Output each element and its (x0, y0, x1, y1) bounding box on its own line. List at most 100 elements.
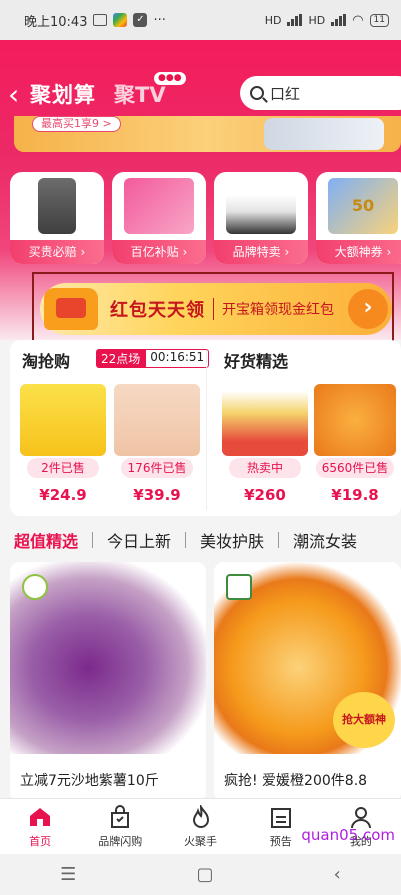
tab-divider (92, 532, 94, 548)
person-icon (350, 806, 371, 828)
good-picks-title[interactable]: 好货精选 (224, 348, 288, 372)
price: ¥24.9 (39, 486, 87, 504)
signal-icon (287, 14, 303, 26)
promo-banner-text: 最高买1享9 > (32, 116, 121, 132)
play-store-icon (113, 13, 128, 27)
sold-count: 2件已售 (27, 458, 99, 478)
calendar-icon (270, 807, 291, 828)
shopping-bag-icon (111, 804, 130, 828)
category-label: 百亿补贴 (112, 240, 206, 264)
search-icon (250, 86, 264, 100)
sneaker-icon (226, 178, 296, 234)
sold-count: 热卖中 (229, 458, 301, 478)
tab-divider (278, 532, 280, 548)
tv-badge: ●●● (154, 72, 186, 85)
product-name: 疯抢! 爱媛橙200件8.8 (224, 773, 368, 789)
promo-banner[interactable]: 最高买1享9 > (14, 116, 401, 152)
back-icon[interactable]: ‹ (334, 864, 341, 885)
red-envelope-banner[interactable]: 红包天天领 开宝箱领现金红包 › (40, 283, 392, 335)
milk-powder-image (222, 384, 308, 456)
tab-jutv-label: 聚TV (114, 83, 166, 107)
wifi-icon: ◠ (352, 12, 364, 28)
battery-level: 11 (373, 14, 385, 25)
tab-divider (185, 532, 187, 548)
product-card[interactable]: 抢大额神 疯抢! 爱媛橙200件8.8 (214, 562, 401, 802)
detergent-image (20, 384, 106, 456)
promo-tag: 抢大额神 (333, 692, 395, 748)
tab-jutv[interactable]: 聚TV ●●● (114, 72, 186, 109)
coupon-icon: 50 (328, 178, 398, 234)
product-card[interactable]: 立减7元沙地紫薯10斤 (10, 562, 206, 802)
back-arrow-icon[interactable]: ‹ (8, 78, 30, 111)
system-nav: ☰ ▢ ‹ (0, 854, 401, 895)
category-label: 买贵必赔 (10, 240, 104, 264)
status-bar: 晚上10:43 ✓ ··· HD HD ◠ 11 (0, 0, 401, 40)
watermark: quan05.com (301, 826, 395, 844)
menu-icon[interactable]: ☰ (60, 864, 76, 885)
home-icon (30, 807, 51, 826)
tissue-image (114, 384, 200, 456)
nav-label: 品牌闪购 (98, 834, 143, 848)
deal-item[interactable]: 176件已售 ¥39.9 (114, 384, 200, 504)
tab-new-today[interactable]: 今日上新 (107, 528, 171, 552)
red-envelope-title: 红包天天领 (110, 300, 205, 321)
nav-hot[interactable]: 火聚手 (160, 799, 240, 854)
status-time: 晚上10:43 (24, 14, 88, 30)
nav-home[interactable]: 首页 (0, 799, 80, 854)
red-envelope-highlight: 红包天天领 开宝箱领现金红包 › (32, 272, 394, 346)
countdown-timer: 22点场 00:16:51 (96, 349, 210, 368)
network-label: HD (264, 13, 282, 27)
network-label-2: HD (308, 13, 326, 27)
price: ¥39.9 (133, 486, 181, 504)
more-icon: ··· (153, 12, 166, 28)
nav-brand-flash[interactable]: 品牌闪购 (80, 799, 160, 854)
tab-beauty[interactable]: 美妆护肤 (200, 528, 264, 552)
search-placeholder: 口红 (270, 84, 301, 103)
session-label: 22点场 (96, 349, 146, 368)
page-title[interactable]: 聚划算 (30, 79, 96, 109)
sold-count: 176件已售 (121, 458, 193, 478)
category-card-brand-sale[interactable]: 品牌特卖 (214, 172, 308, 264)
search-input[interactable]: 口红 (240, 76, 401, 110)
category-tabs: 超值精选 今日上新 美妆护肤 潮流女装 (0, 524, 401, 556)
brand-logo (226, 574, 252, 600)
promo-product-image (264, 118, 384, 150)
category-row: 买贵必赔 百亿补贴 品牌特卖 50 大额神券 (10, 172, 401, 264)
deal-item[interactable]: 6560件已售 ¥19.8 (314, 384, 396, 504)
category-label: 大额神券 (316, 240, 401, 264)
divider (213, 298, 214, 320)
nav-label: 火聚手 (184, 834, 217, 848)
tab-fashion[interactable]: 潮流女装 (293, 528, 357, 552)
deal-item[interactable]: 热卖中 ¥260 (222, 384, 308, 504)
message-icon (93, 14, 108, 26)
signal-icon-2 (331, 14, 347, 26)
arrow-right-icon[interactable]: › (348, 289, 388, 329)
deals-panel: 淘抢购 22点场 00:16:51 好货精选 2件已售 ¥24.9 176件已售… (10, 340, 401, 516)
category-card-subsidy[interactable]: 百亿补贴 (112, 172, 206, 264)
treasure-chest-icon (44, 288, 98, 330)
flame-icon (192, 804, 209, 828)
category-card-compensation[interactable]: 买贵必赔 (10, 172, 104, 264)
nav-label: 预告 (269, 834, 292, 848)
nav-label: 首页 (29, 834, 52, 848)
countdown-value: 00:16:51 (145, 349, 210, 368)
battery-icon: 11 (369, 13, 389, 27)
home-button-icon[interactable]: ▢ (196, 864, 213, 885)
product-name: 立减7元沙地紫薯10斤 (20, 773, 159, 789)
coupon-value: 50 (351, 196, 375, 215)
category-card-coupon[interactable]: 50 大额神券 (316, 172, 401, 264)
deal-item[interactable]: 2件已售 ¥24.9 (20, 384, 106, 504)
sold-count: 6560件已售 (316, 458, 394, 478)
category-label: 品牌特卖 (214, 240, 308, 264)
checkbox-icon: ✓ (133, 13, 148, 27)
price: ¥19.8 (331, 486, 379, 504)
tab-value-picks[interactable]: 超值精选 (14, 528, 78, 552)
flash-sale-title[interactable]: 淘抢购 (22, 348, 70, 372)
gift-box-icon (124, 178, 194, 234)
red-envelope-subtitle: 开宝箱领现金红包 (222, 302, 334, 318)
deals-divider (206, 350, 207, 510)
brand-logo (22, 574, 48, 600)
price: ¥260 (244, 486, 286, 504)
trousers-icon (38, 178, 76, 234)
top-nav: ‹ 聚划算 聚TV ●●● 口红 (8, 72, 401, 116)
